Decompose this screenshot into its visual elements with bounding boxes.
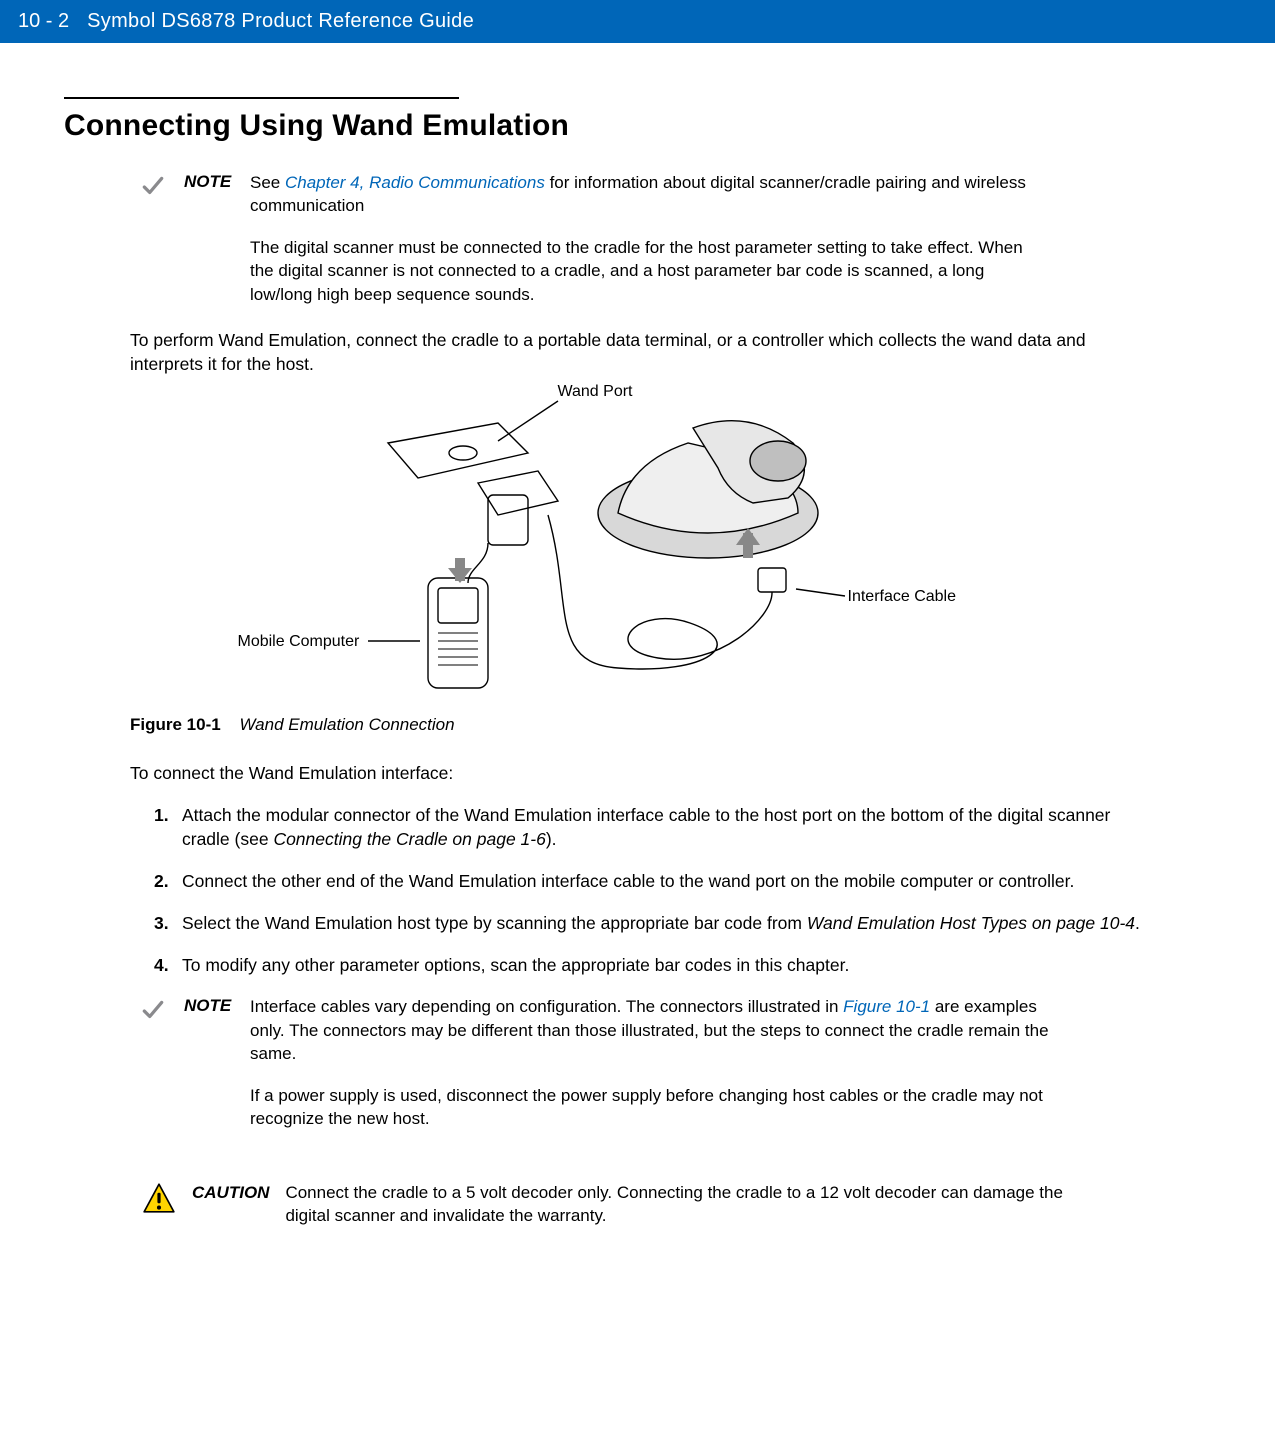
checkmark-icon <box>140 995 168 1028</box>
step-ref: Connecting the Cradle on page 1-6 <box>273 829 545 849</box>
note-block-1: NOTE See Chapter 4, Radio Communications… <box>140 171 1215 306</box>
note1-link[interactable]: Chapter 4, Radio Communications <box>285 173 545 192</box>
step-num: 1. <box>154 803 169 827</box>
figure-caption-num: Figure 10-1 <box>130 715 221 734</box>
step-num: 4. <box>154 953 169 977</box>
section-heading: Connecting Using Wand Emulation <box>64 109 1215 143</box>
note1-p1-prefix: See <box>250 173 285 192</box>
note-label: NOTE <box>184 171 234 192</box>
page-header: 10 - 2 Symbol DS6878 Product Reference G… <box>0 0 1275 43</box>
caution-text: Connect the cradle to a 5 volt decoder o… <box>285 1181 1075 1228</box>
list-item: 3. Select the Wand Emulation host type b… <box>154 911 1154 935</box>
section-rule <box>64 97 459 99</box>
note-block-2: NOTE Interface cables vary depending on … <box>140 995 1215 1130</box>
step-text-a: Select the Wand Emulation host type by s… <box>182 913 807 933</box>
caution-label: CAUTION <box>192 1181 269 1203</box>
caution-block: CAUTION Connect the cradle to a 5 volt d… <box>142 1181 1215 1228</box>
step-num: 3. <box>154 911 169 935</box>
figure-10-1: Wand Port Mobile Computer Interface Cabl… <box>188 383 1088 703</box>
list-item: 4. To modify any other parameter options… <box>154 953 1154 977</box>
page-header-title: Symbol DS6878 Product Reference Guide <box>87 10 474 33</box>
note2-p2: If a power supply is used, disconnect th… <box>250 1084 1050 1131</box>
step-ref: Wand Emulation Host Types on page 10-4 <box>807 913 1135 933</box>
note2-link[interactable]: Figure 10-1 <box>843 997 930 1016</box>
checkmark-icon <box>140 171 168 204</box>
intro-para: To perform Wand Emulation, connect the c… <box>130 328 1150 376</box>
note-label: NOTE <box>184 995 234 1016</box>
list-item: 2. Connect the other end of the Wand Emu… <box>154 869 1154 893</box>
step-num: 2. <box>154 869 169 893</box>
step-text-b: . <box>1135 913 1140 933</box>
note1-p2: The digital scanner must be connected to… <box>250 236 1050 306</box>
figure-caption-title: Wand Emulation Connection <box>239 715 454 734</box>
warning-triangle-icon <box>142 1181 176 1220</box>
step-text-a: To modify any other parameter options, s… <box>182 955 849 975</box>
steps-list: 1. Attach the modular connector of the W… <box>154 803 1154 978</box>
connect-intro: To connect the Wand Emulation interface: <box>130 761 1150 785</box>
wand-emulation-diagram-icon <box>188 383 1088 703</box>
step-text-a: Connect the other end of the Wand Emulat… <box>182 871 1074 891</box>
note-text: Interface cables vary depending on confi… <box>250 995 1050 1130</box>
page-number: 10 - 2 <box>18 10 69 33</box>
note-text: See Chapter 4, Radio Communications for … <box>250 171 1050 306</box>
note2-p1-prefix: Interface cables vary depending on confi… <box>250 997 843 1016</box>
list-item: 1. Attach the modular connector of the W… <box>154 803 1154 851</box>
figure-caption: Figure 10-1 Wand Emulation Connection <box>130 715 1215 735</box>
step-text-b: ). <box>546 829 557 849</box>
